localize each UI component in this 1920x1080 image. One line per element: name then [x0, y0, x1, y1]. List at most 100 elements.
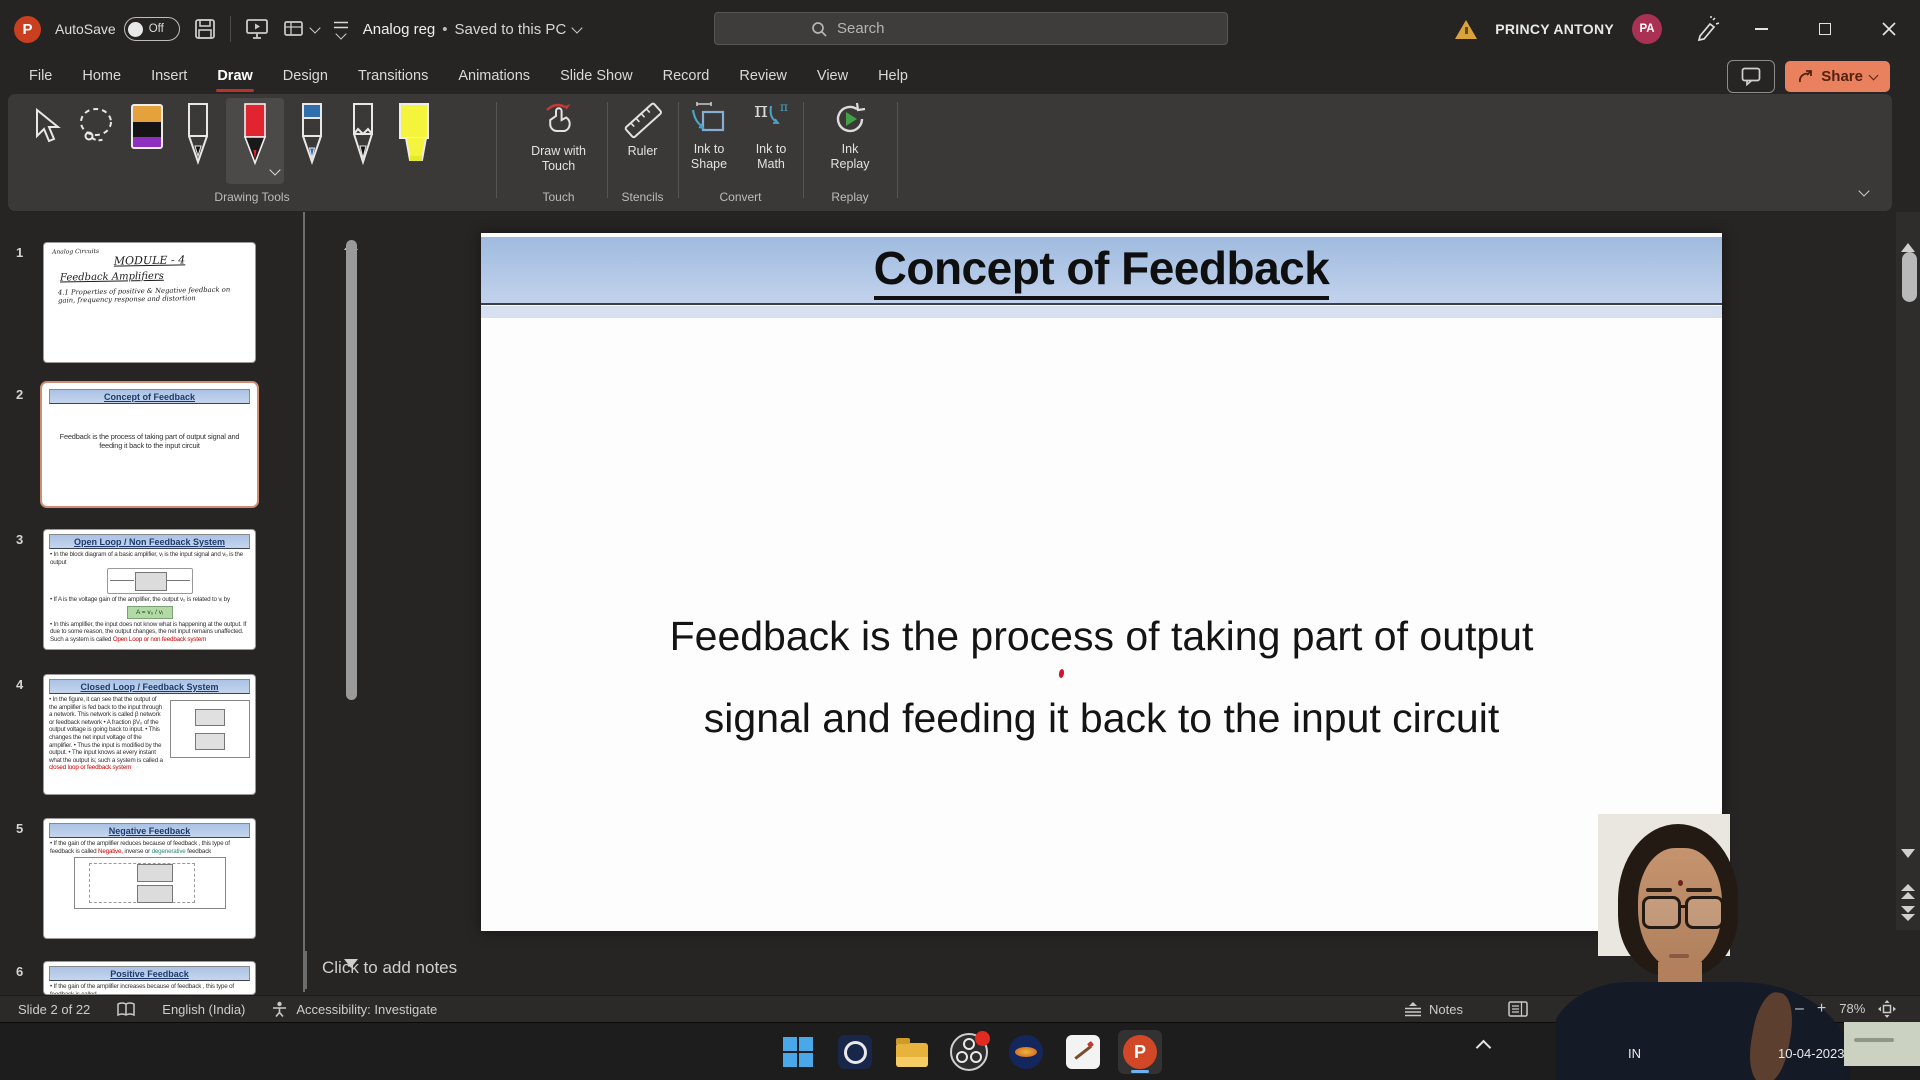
tray-language-indicator[interactable]: IN	[1628, 1046, 1641, 1061]
slide-title[interactable]: Concept of Feedback	[874, 241, 1330, 300]
powerpoint-taskbar-icon: P	[1123, 1035, 1157, 1069]
tab-help[interactable]: Help	[863, 62, 923, 90]
slide-indicator[interactable]: Slide 2 of 22	[18, 1002, 90, 1017]
ruler-button[interactable]: Ruler	[607, 100, 678, 159]
taskbar-whiteboard-app[interactable]	[1061, 1030, 1105, 1074]
share-icon	[1798, 69, 1814, 84]
normal-view-button[interactable]	[1508, 1001, 1528, 1017]
close-button[interactable]	[1866, 0, 1912, 58]
chevron-down-icon[interactable]	[572, 22, 583, 33]
presenter-glasses	[1642, 896, 1681, 929]
handwritten-line: 4.1 Properties of positive & Negative fe…	[44, 280, 255, 305]
tab-record[interactable]: Record	[648, 62, 725, 90]
drawing-tools-group-label: Drawing Tools	[8, 190, 496, 206]
thumb-panel-scrollbar[interactable]	[346, 240, 357, 700]
save-icon[interactable]	[194, 18, 216, 40]
chevron-down-icon[interactable]	[335, 28, 346, 39]
panel-divider[interactable]	[303, 212, 305, 992]
accessibility-checker[interactable]: Accessibility: Investigate	[271, 1001, 437, 1018]
slide-canvas[interactable]: Concept of Feedback Feedback is the proc…	[481, 233, 1722, 931]
spell-check-button[interactable]	[116, 1001, 136, 1019]
pencil-tool[interactable]	[340, 98, 386, 184]
tab-transitions[interactable]: Transitions	[343, 62, 443, 90]
tab-review[interactable]: Review	[724, 62, 802, 90]
tab-file[interactable]: File	[14, 62, 67, 90]
eraser-tool[interactable]	[124, 98, 170, 184]
taskbar-powerpoint-active[interactable]: P	[1118, 1030, 1162, 1074]
slide-thumbnail-4[interactable]: Closed Loop / Feedback System • In the f…	[44, 675, 255, 794]
notes-placeholder[interactable]: Click to add notes	[322, 958, 457, 978]
tab-slideshow[interactable]: Slide Show	[545, 62, 648, 90]
share-label: Share	[1821, 68, 1863, 85]
ink-replay-button[interactable]: Ink Replay	[803, 100, 897, 172]
taskbar-obs-studio[interactable]	[947, 1030, 991, 1074]
mini-bullet: • In this amplifier, the input does not …	[44, 621, 255, 644]
highlighter-icon	[392, 102, 436, 166]
pen-black-tool[interactable]	[175, 98, 221, 184]
tab-design[interactable]: Design	[268, 62, 343, 90]
tab-view[interactable]: View	[802, 62, 863, 90]
fit-to-window-icon[interactable]	[1878, 1000, 1896, 1018]
glasses-bridge	[1679, 905, 1687, 908]
scroll-up-icon[interactable]	[1901, 226, 1915, 244]
autosave-control[interactable]: AutoSave Off	[55, 17, 180, 41]
select-tool[interactable]	[22, 98, 68, 184]
pen-red-tool-selected[interactable]	[226, 98, 284, 184]
group-divider	[496, 102, 497, 198]
slide-body-text[interactable]: Feedback is the process of taking part o…	[481, 595, 1722, 759]
taskbar-camera-app[interactable]	[833, 1030, 877, 1074]
document-title[interactable]: Analog reg • Saved to this PC	[363, 21, 582, 38]
tab-insert[interactable]: Insert	[136, 62, 202, 90]
slide-thumbnail-1[interactable]: Analog Circuits MODULE - 4 Feedback Ampl…	[44, 243, 255, 362]
spell-check-icon	[116, 1001, 136, 1019]
mini-bullet: • If the gain of the amplifier reduces b…	[44, 840, 255, 855]
share-button[interactable]: Share	[1785, 61, 1890, 92]
draw-with-touch-button[interactable]: Draw with Touch	[510, 100, 607, 174]
pen-blue-tool[interactable]	[289, 98, 335, 184]
start-slideshow-icon[interactable]	[245, 18, 269, 40]
mini-bullet: • If the gain of the amplifier increases…	[44, 983, 255, 994]
powerpoint-window: P AutoSave Off	[0, 0, 1920, 1080]
tab-animations[interactable]: Animations	[443, 62, 545, 90]
convert-group-label: Convert	[678, 190, 803, 206]
zoom-out-button[interactable]: –	[1795, 1000, 1804, 1018]
mini-bullets: • In the figure, it can see that the out…	[49, 696, 166, 772]
ink-to-math-button[interactable]: π π Ink to Math	[740, 100, 802, 172]
slide-thumbnail-6[interactable]: Positive Feedback • If the gain of the a…	[44, 962, 255, 994]
account-name[interactable]: PRINCY ANTONY	[1495, 21, 1614, 37]
tab-home[interactable]: Home	[67, 62, 136, 90]
taskbar-file-explorer[interactable]	[890, 1030, 934, 1074]
search-input[interactable]: Search	[714, 12, 1228, 45]
draw-with-touch-label: Draw with Touch	[531, 144, 586, 174]
ink-to-shape-button[interactable]: Ink to Shape	[678, 100, 740, 172]
start-button[interactable]	[776, 1030, 820, 1074]
thumb-number: 2	[16, 387, 36, 402]
tab-draw[interactable]: Draw	[202, 62, 267, 90]
warning-icon[interactable]	[1455, 20, 1477, 39]
zoom-level[interactable]: 78%	[1839, 1001, 1865, 1016]
new-slide-icon[interactable]	[283, 19, 305, 39]
tray-date[interactable]: 10-04-2023	[1778, 1046, 1845, 1061]
main-scrollbar-thumb[interactable]	[1902, 252, 1917, 302]
slide-thumbnail-5[interactable]: Negative Feedback • If the gain of the a…	[44, 819, 255, 938]
avatar[interactable]: PA	[1632, 14, 1662, 44]
mini-slide-title: Positive Feedback	[49, 966, 250, 981]
language-indicator[interactable]: English (India)	[162, 1002, 245, 1017]
notes-divider	[305, 951, 307, 989]
notes-toggle-button[interactable]: Notes	[1404, 996, 1463, 1023]
zoom-in-button[interactable]: +	[1817, 1000, 1826, 1018]
ink-to-math-label: Ink to Math	[756, 142, 787, 172]
inking-pen-icon[interactable]	[1694, 16, 1720, 42]
chevron-down-icon[interactable]	[309, 22, 320, 33]
slide-thumbnail-3[interactable]: Open Loop / Non Feedback System • In the…	[44, 530, 255, 649]
slide-thumbnail-2-selected[interactable]: Concept of Feedback Feedback is the proc…	[44, 385, 255, 504]
collapse-ribbon-icon[interactable]	[1858, 185, 1869, 196]
restore-button[interactable]	[1802, 0, 1848, 58]
autosave-toggle[interactable]: Off	[124, 17, 180, 41]
highlighter-tool[interactable]	[391, 98, 437, 184]
taskbar-media-app[interactable]	[1004, 1030, 1048, 1074]
minimize-button[interactable]	[1738, 0, 1784, 58]
lasso-select-tool[interactable]	[73, 98, 119, 184]
replay-group-label: Replay	[803, 190, 897, 206]
comments-button[interactable]	[1727, 60, 1775, 93]
